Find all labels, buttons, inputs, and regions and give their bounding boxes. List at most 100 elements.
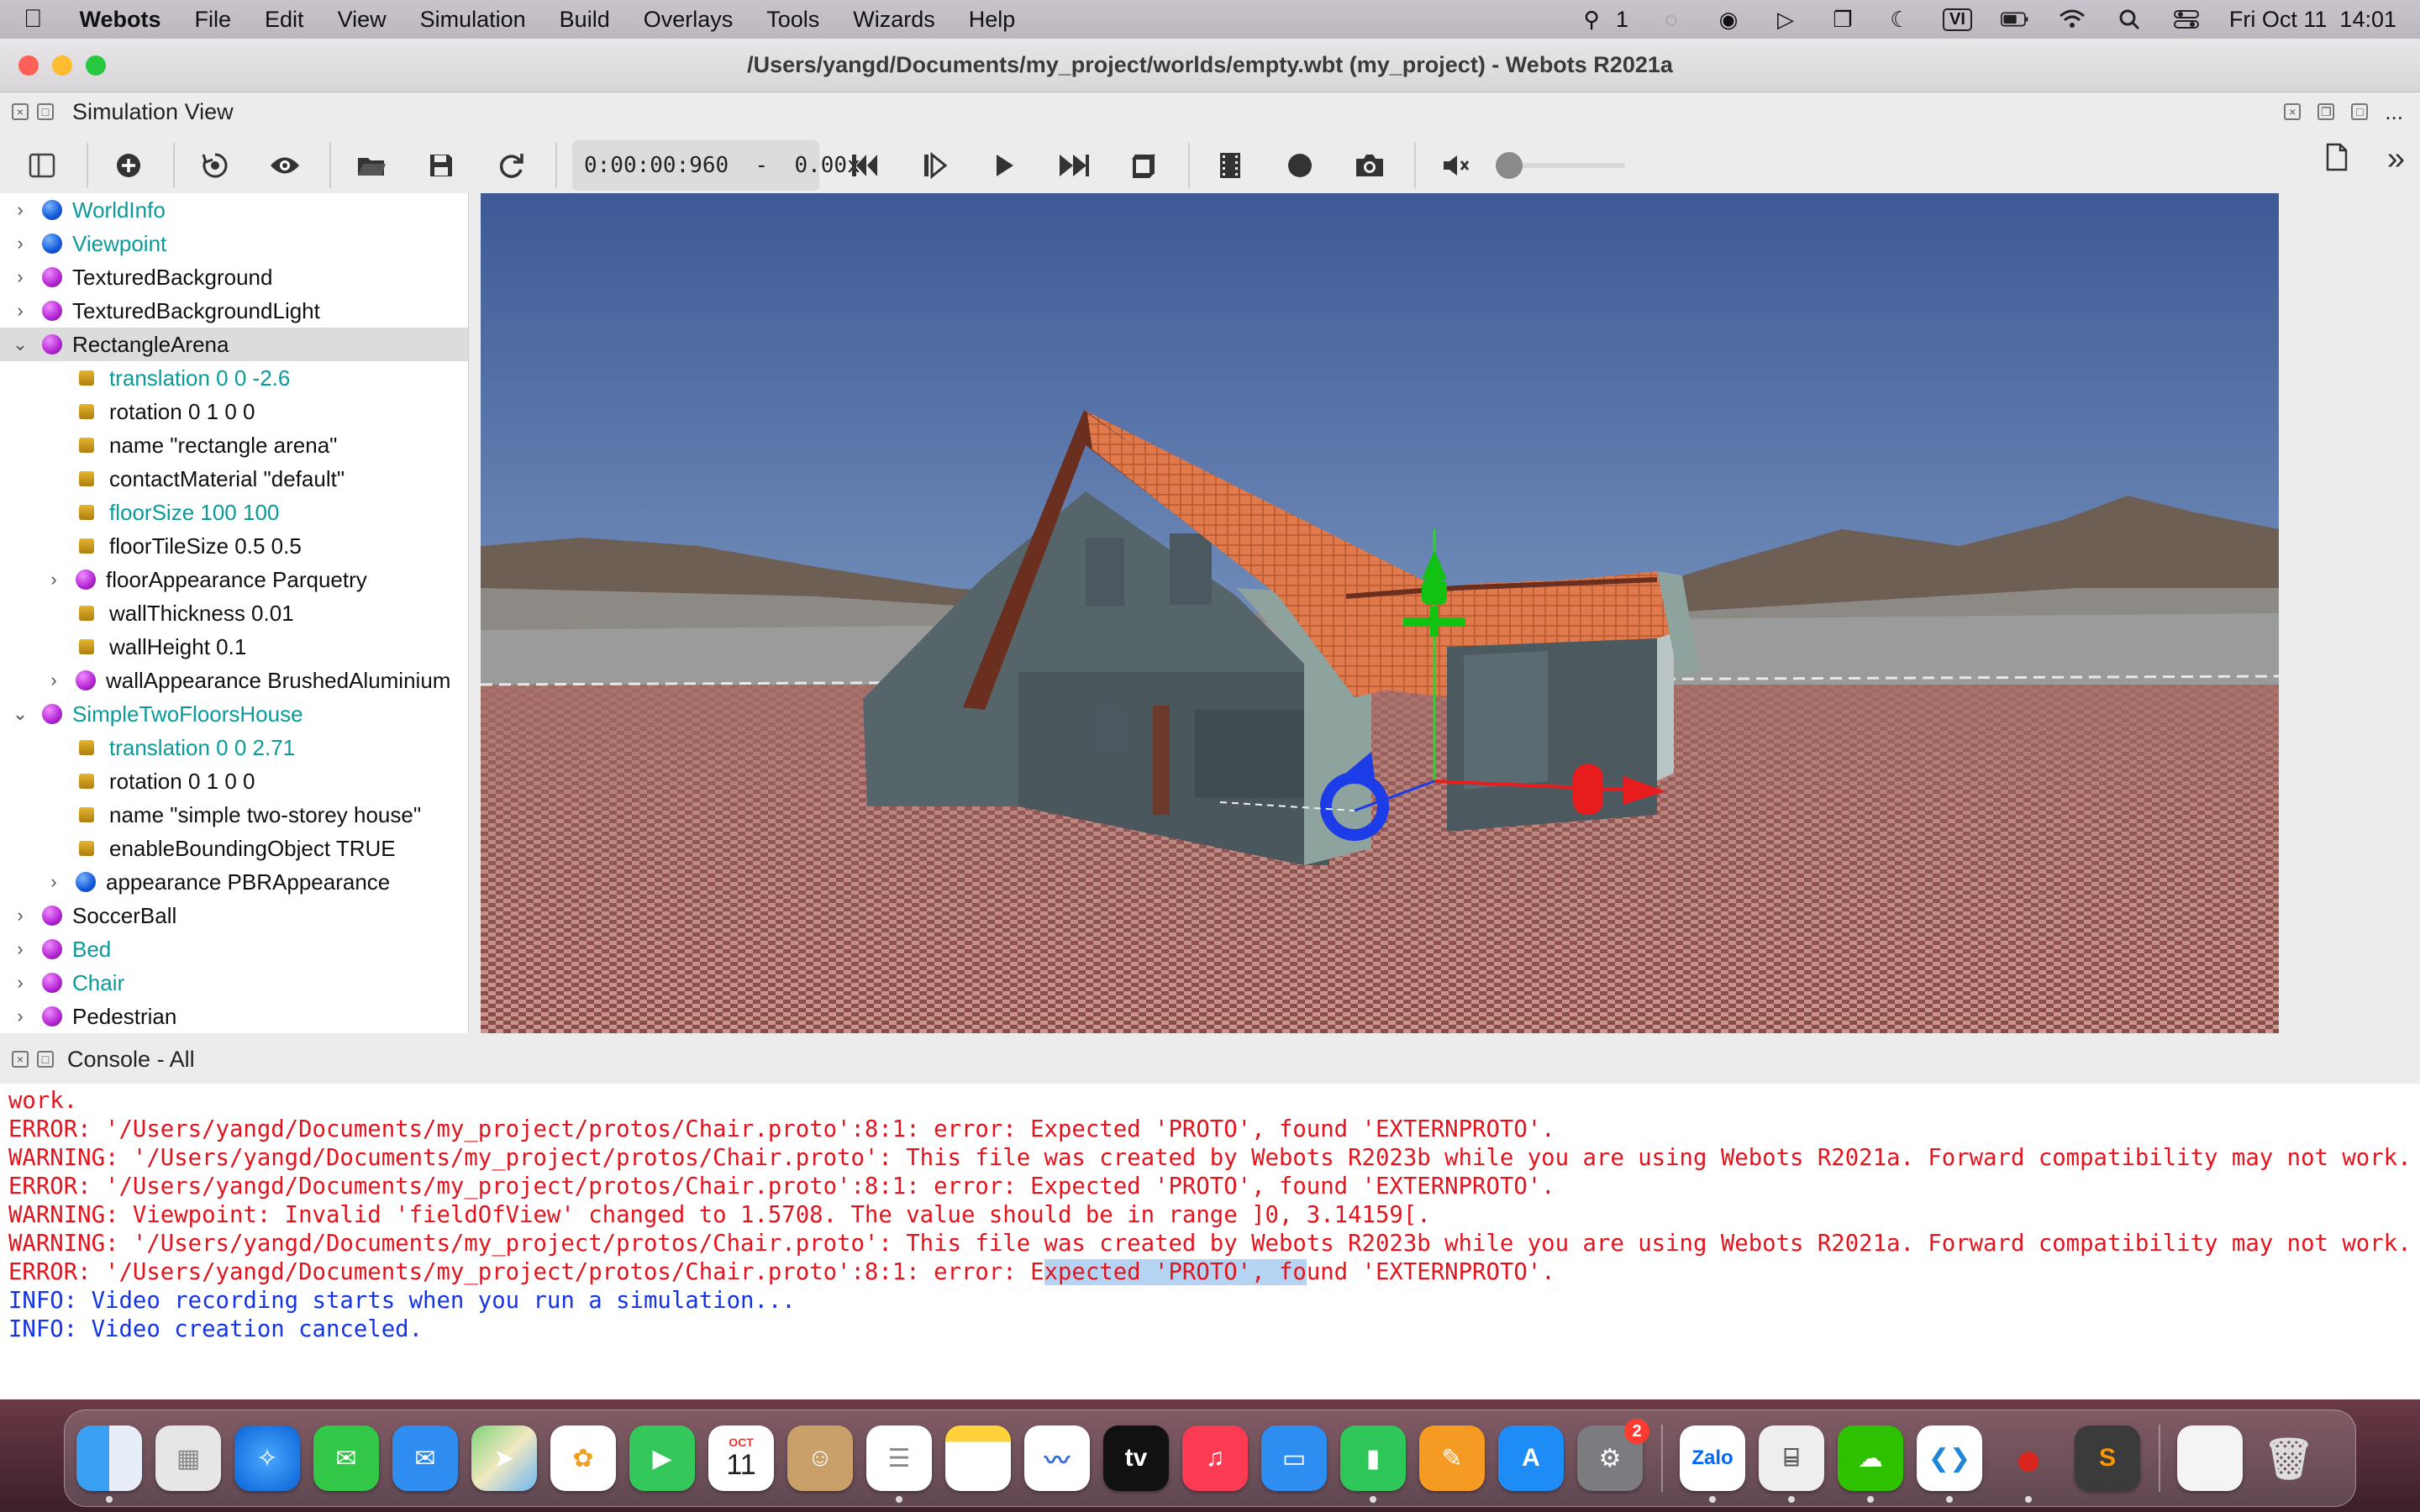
render-toggle-icon[interactable] [1118, 140, 1169, 191]
control-center-icon[interactable] [2172, 7, 2201, 32]
maps-icon[interactable]: ➤ [471, 1425, 537, 1491]
scene-tree-node[interactable]: › WorldInfo [0, 193, 468, 227]
volume-slider-handle[interactable] [1496, 152, 1523, 179]
menu-view[interactable]: View [338, 7, 387, 33]
system-settings-icon[interactable]: ⚙ 2 [1577, 1419, 1649, 1491]
finder-icon[interactable] [76, 1425, 142, 1503]
fast-forward-icon[interactable] [1049, 140, 1099, 191]
scene-tree-node[interactable]: › floorAppearance Parquetry [0, 563, 468, 596]
sublime-text-icon[interactable]: S [2075, 1425, 2140, 1491]
scene-tree-node[interactable]: translation 0 0 2.71 [0, 731, 468, 764]
contacts-icon[interactable]: ☺ [787, 1425, 853, 1491]
numbers-icon[interactable]: ▮ [1340, 1425, 1406, 1503]
menu-file[interactable]: File [195, 7, 232, 33]
scene-tree-node[interactable]: › Chair [0, 966, 468, 1000]
window-close-button[interactable] [18, 55, 39, 76]
collapse-chevron-icon[interactable]: ⌄ [8, 703, 32, 725]
mute-sound-icon[interactable] [1431, 140, 1481, 191]
reset-simulation-icon[interactable] [839, 140, 890, 191]
expand-chevron-icon[interactable]: › [8, 938, 32, 960]
app-menu-webots[interactable]: Webots [80, 7, 161, 33]
scene-tree[interactable]: › WorldInfo › Viewpoint › TexturedBackground ›… [0, 193, 469, 1033]
console-close-icon[interactable]: × [12, 1051, 29, 1068]
dock-maximize-icon[interactable]: □ [2351, 103, 2369, 120]
spotlight-search-icon[interactable] [2115, 7, 2144, 32]
window-icon[interactable]: ❐ [1828, 7, 1857, 32]
apple-menu-icon[interactable]:  [24, 5, 43, 34]
apple-tv-icon[interactable]: tv [1103, 1425, 1169, 1491]
notes-icon[interactable] [945, 1425, 1011, 1491]
menu-overlays[interactable]: Overlays [644, 7, 734, 33]
window-minimize-button[interactable] [52, 55, 72, 76]
play-status-icon[interactable]: ▷ [1771, 7, 1800, 32]
step-simulation-icon[interactable] [909, 140, 960, 191]
wechat-status-icon[interactable]: ⚲ [1577, 7, 1606, 32]
moon-icon[interactable]: ☾ [1886, 7, 1914, 32]
expand-chevron-icon[interactable]: › [42, 871, 66, 893]
expand-chevron-icon[interactable]: › [42, 669, 66, 691]
expand-chevron-icon[interactable]: › [8, 266, 32, 288]
preview-icon[interactable]: ⌸ [1759, 1425, 1824, 1503]
scene-tree-node[interactable]: rotation 0 1 0 0 [0, 764, 468, 798]
reset-viewpoint-icon[interactable] [190, 140, 240, 191]
document-file-icon[interactable] [2177, 1425, 2243, 1491]
reminders-icon[interactable]: ☰ [866, 1425, 932, 1503]
menu-build[interactable]: Build [560, 7, 610, 33]
expand-chevron-icon[interactable]: › [8, 905, 32, 927]
pages-icon[interactable]: ✎ [1419, 1425, 1485, 1491]
scene-tree-node[interactable]: rotation 0 1 0 0 [0, 395, 468, 428]
menu-edit[interactable]: Edit [265, 7, 304, 33]
scene-tree-node[interactable]: › TexturedBackgroundLight [0, 294, 468, 328]
console-float-icon[interactable]: □ [37, 1051, 54, 1068]
dock-overflow-menu[interactable]: ... [2385, 99, 2403, 125]
expand-chevron-icon[interactable]: › [8, 233, 32, 255]
collapse-chevron-icon[interactable]: ⌄ [8, 333, 32, 355]
scene-tree-node[interactable]: name "rectangle arena" [0, 428, 468, 462]
open-world-icon[interactable] [346, 140, 397, 191]
music-icon[interactable]: ♫ [1182, 1425, 1248, 1491]
scene-tree-node[interactable]: › appearance PBRAppearance [0, 865, 468, 899]
input-source-badge[interactable]: VI [1943, 8, 1972, 31]
scene-tree-node[interactable]: wallHeight 0.1 [0, 630, 468, 664]
scene-tree-node[interactable]: › Viewpoint [0, 227, 468, 260]
reload-world-icon[interactable] [486, 140, 536, 191]
keynote-icon[interactable]: ▭ [1261, 1425, 1327, 1491]
scene-tree-node[interactable]: › wallAppearance BrushedAluminium [0, 664, 468, 697]
scene-tree-node[interactable]: enableBoundingObject TRUE [0, 832, 468, 865]
wechat-icon[interactable]: ☁ [1838, 1425, 1903, 1503]
dock-float-icon[interactable]: □ [37, 103, 54, 120]
facetime-icon[interactable]: ▶ [629, 1425, 695, 1491]
mail-icon[interactable]: ✉ [392, 1425, 458, 1491]
scene-tree-node[interactable]: translation 0 0 -2.6 [0, 361, 468, 395]
scene-tree-node[interactable]: contactMaterial "default" [0, 462, 468, 496]
photos-icon[interactable]: ✿ [550, 1425, 616, 1491]
window-zoom-button[interactable] [86, 55, 106, 76]
scene-tree-node[interactable]: › Pedestrian [0, 1000, 468, 1033]
expand-chevron-icon[interactable]: › [8, 300, 32, 322]
add-node-icon[interactable] [103, 140, 154, 191]
screenshot-camera-icon[interactable] [1344, 140, 1395, 191]
launchpad-icon[interactable]: ▦ [155, 1425, 221, 1491]
save-world-icon[interactable] [416, 140, 466, 191]
menu-tools[interactable]: Tools [766, 7, 819, 33]
scene-tree-node[interactable]: floorSize 100 100 [0, 496, 468, 529]
scene-tree-splitter[interactable] [469, 193, 481, 1033]
toolbar-overflow-chevron-icon[interactable]: » [2387, 141, 2405, 177]
3d-scene-render[interactable] [481, 193, 2279, 1033]
toggle-scene-tree-icon[interactable] [17, 140, 67, 191]
expand-chevron-icon[interactable]: › [42, 569, 66, 591]
expand-chevron-icon[interactable]: › [8, 1005, 32, 1027]
vscode-icon[interactable]: ❮❯ [1917, 1425, 1982, 1503]
expand-chevron-icon[interactable]: › [8, 199, 32, 221]
zalo-icon[interactable]: Zalo [1680, 1425, 1745, 1503]
console-output[interactable]: work. ERROR: '/Users/yangd/Documents/my_p… [0, 1084, 2420, 1399]
menu-help[interactable]: Help [969, 7, 1016, 33]
menu-wizards[interactable]: Wizards [853, 7, 935, 33]
volume-slider[interactable] [1496, 152, 1625, 179]
wifi-icon[interactable] [2058, 7, 2086, 32]
messages-icon[interactable]: ✉ [313, 1425, 379, 1491]
safari-icon[interactable]: ✧ [234, 1425, 300, 1491]
trash-icon[interactable]: 🗑 [2256, 1425, 2322, 1491]
run-simulation-icon[interactable] [979, 140, 1029, 191]
menu-simulation[interactable]: Simulation [420, 7, 526, 33]
